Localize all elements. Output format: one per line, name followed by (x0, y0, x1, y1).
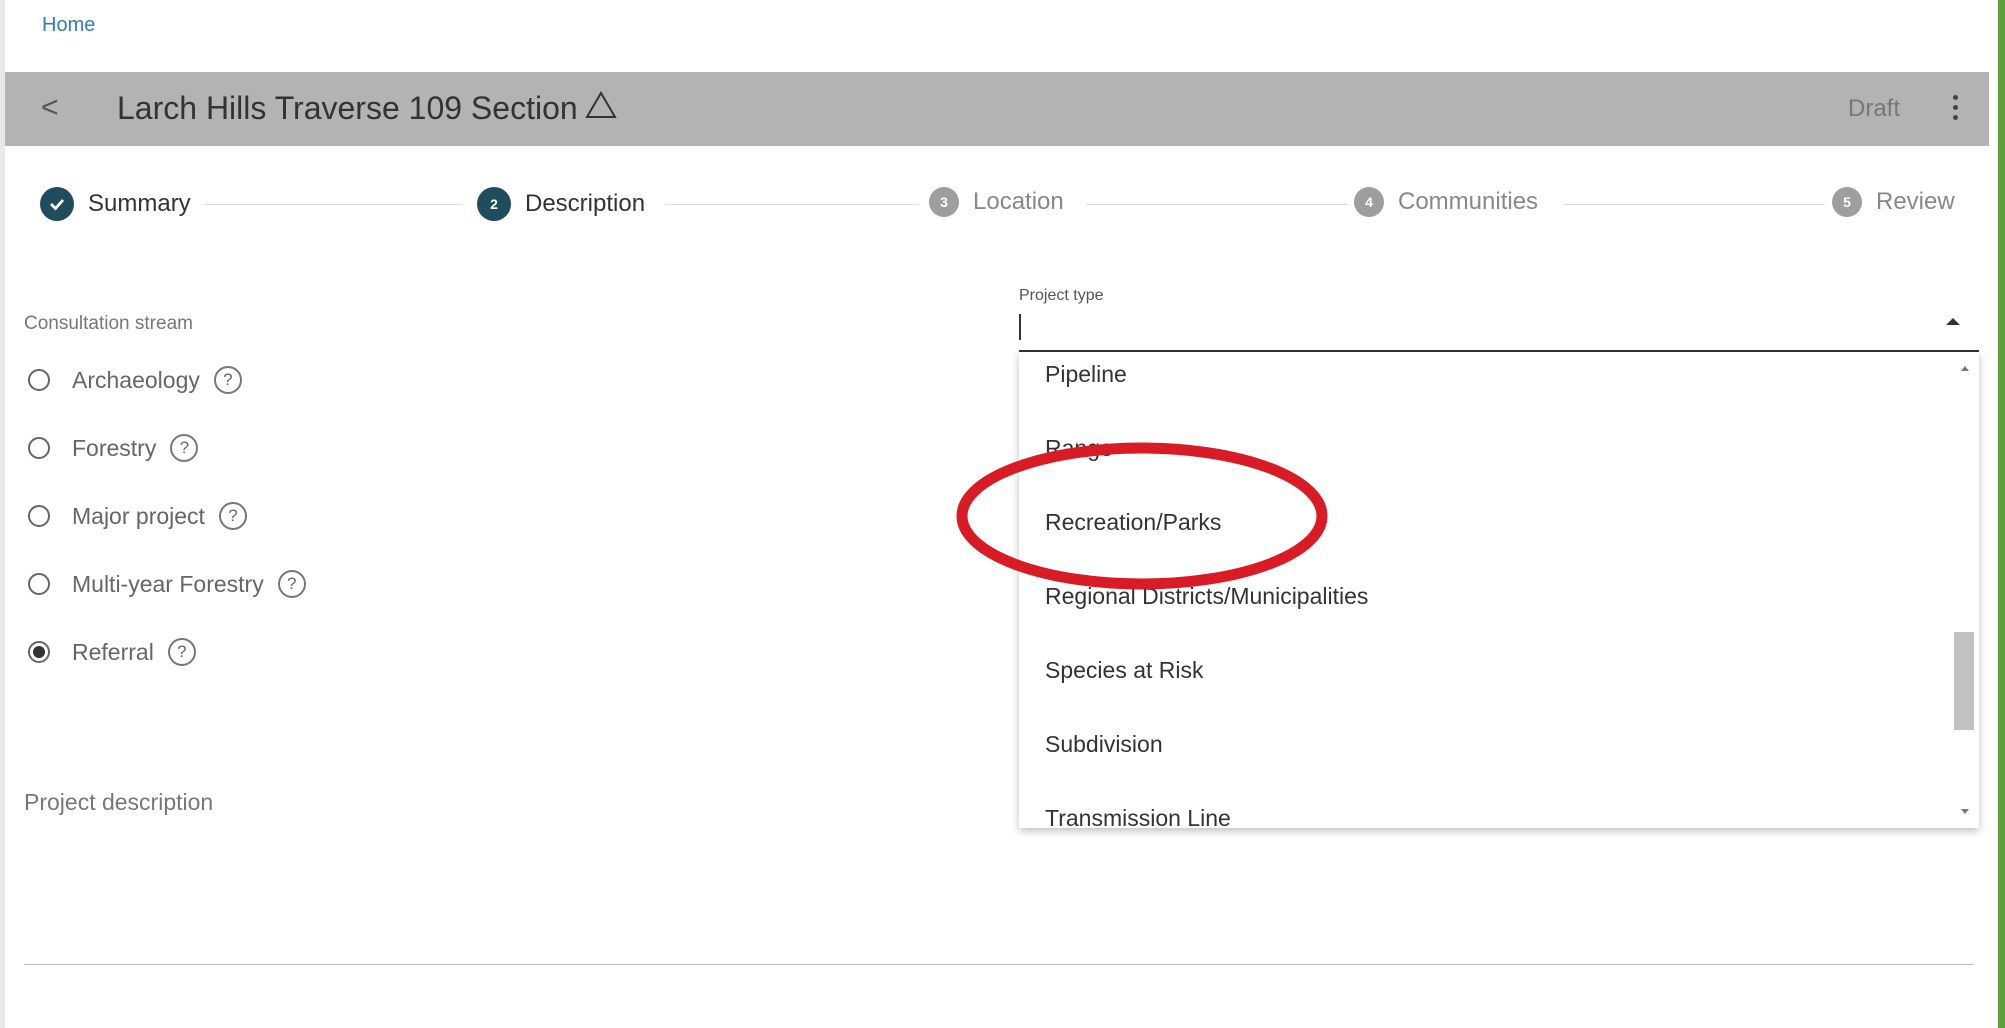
radio-label: Archaeology (72, 366, 200, 393)
step-communities[interactable]: 4 Communities (1354, 187, 1538, 217)
check-icon (40, 187, 74, 221)
breadcrumb-home-link[interactable]: Home (42, 14, 95, 37)
step-location[interactable]: 3 Location (929, 187, 1064, 217)
step-connector (205, 204, 463, 205)
help-icon[interactable]: ? (213, 366, 242, 394)
radio-multi-year-forestry[interactable]: Multi-year Forestry ? (28, 570, 306, 598)
step-number: 3 (929, 187, 959, 217)
more-vert-icon[interactable] (1947, 91, 1963, 127)
warning-triangle-icon (585, 90, 617, 125)
project-description-label: Project description (24, 789, 214, 815)
radio-circle[interactable] (28, 437, 50, 459)
help-icon[interactable]: ? (218, 502, 247, 530)
option-transmission-line[interactable]: Transmission Line (1045, 805, 1231, 828)
back-chevron-icon[interactable]: < (41, 92, 59, 124)
stepper: Summary 2 Description 3 Location 4 Commu… (0, 175, 2005, 231)
radio-referral[interactable]: Referral ? (28, 638, 196, 666)
app-bar: < Larch Hills Traverse 109 Section Draft (5, 72, 1989, 146)
page-title: Larch Hills Traverse 109 Section (117, 90, 578, 126)
radio-forestry[interactable]: Forestry ? (28, 434, 199, 462)
step-connector (665, 204, 919, 205)
window-right-accent (1998, 0, 2005, 1028)
help-icon[interactable]: ? (167, 638, 196, 666)
step-connector (1563, 204, 1825, 205)
window-right-edge (1995, 0, 2005, 1028)
step-review[interactable]: 5 Review (1832, 187, 1955, 217)
radio-dot (33, 646, 45, 658)
radio-label: Multi-year Forestry (72, 570, 264, 597)
option-subdivision[interactable]: Subdivision (1045, 731, 1163, 758)
radio-label: Forestry (72, 434, 157, 461)
radio-major-project[interactable]: Major project ? (28, 502, 247, 530)
status-label: Draft (1848, 95, 1901, 122)
radio-label: Major project (72, 502, 205, 529)
step-connector (1086, 204, 1348, 205)
step-label: Location (973, 188, 1064, 215)
step-label: Communities (1398, 188, 1539, 215)
radio-circle[interactable] (28, 369, 50, 391)
step-description[interactable]: 2 Description (477, 187, 645, 221)
step-summary[interactable]: Summary (40, 187, 191, 221)
scroll-down-icon[interactable] (1961, 809, 1969, 814)
window-left-border (0, 0, 5, 1028)
option-species-at-risk[interactable]: Species at Risk (1045, 657, 1204, 684)
consultation-stream-label: Consultation stream (24, 313, 193, 334)
step-label: Review (1876, 188, 1955, 215)
radio-archaeology[interactable]: Archaeology ? (28, 366, 242, 394)
radio-circle[interactable] (28, 505, 50, 527)
option-pipeline[interactable]: Pipeline (1045, 361, 1127, 388)
project-type-label: Project type (1019, 287, 1104, 304)
step-label: Description (525, 190, 646, 217)
help-icon[interactable]: ? (277, 570, 306, 598)
project-type-input[interactable] (1019, 312, 1979, 352)
text-caret (1019, 314, 1021, 340)
help-icon[interactable]: ? (170, 434, 199, 462)
radio-circle-selected[interactable] (28, 641, 50, 663)
step-number: 2 (477, 187, 511, 221)
radio-circle[interactable] (28, 573, 50, 595)
red-highlight-circle (956, 442, 1328, 590)
project-description-field[interactable] (24, 964, 1974, 965)
dropdown-scrollbar-thumb[interactable] (1954, 632, 1974, 730)
step-label: Summary (88, 190, 191, 217)
radio-label: Referral (72, 638, 154, 665)
dropdown-arrow-up-icon[interactable] (1946, 318, 1960, 325)
step-number: 5 (1832, 187, 1862, 217)
scroll-up-icon[interactable] (1961, 366, 1969, 371)
step-number: 4 (1354, 187, 1384, 217)
